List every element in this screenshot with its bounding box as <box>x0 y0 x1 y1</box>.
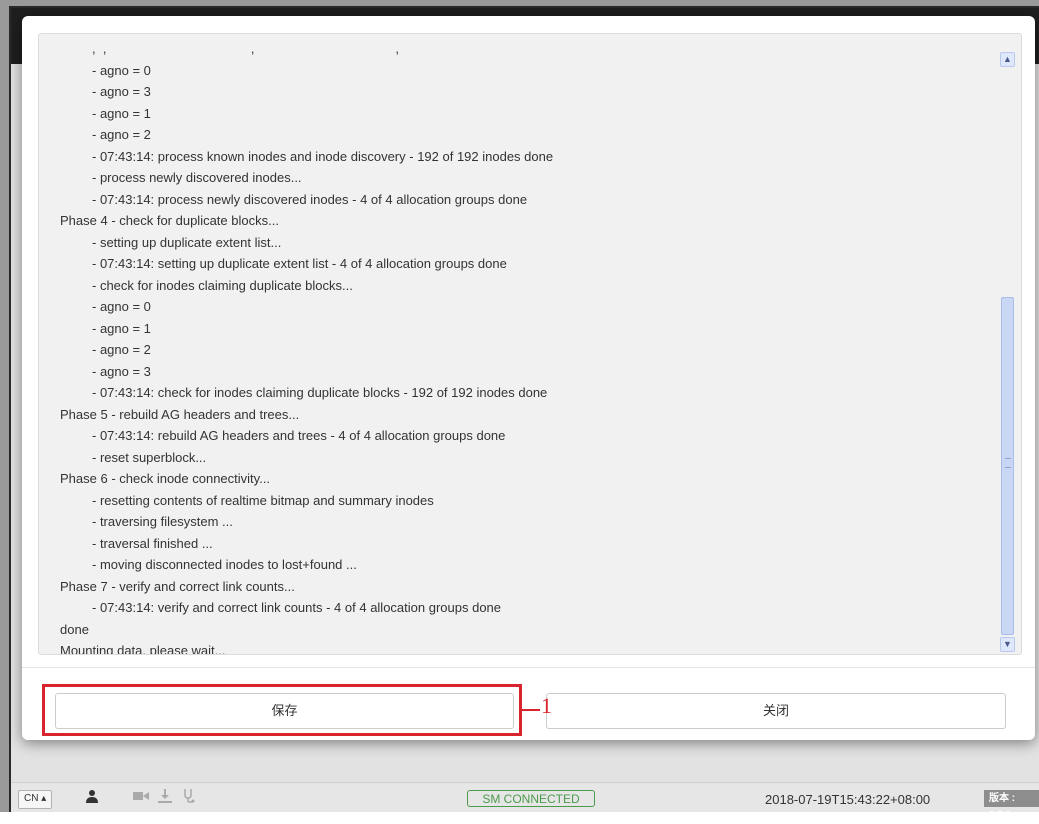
log-line: - agno = 1 <box>92 320 151 336</box>
scroll-thumb[interactable] <box>1001 297 1014 635</box>
log-line: , , , , <box>92 41 400 56</box>
scroll-grip-icon <box>1005 458 1011 468</box>
log-line: Mounting data, please wait... <box>60 643 226 655</box>
log-line: - process newly discovered inodes... <box>92 170 302 185</box>
language-button[interactable]: CN ▴ <box>18 790 53 809</box>
log-output-panel: , , , , - agno = 0 - agno = 3 - agno = 1 - a… <box>38 33 1022 655</box>
log-line: - traversing filesystem ... <box>92 514 233 529</box>
dialog-footer-divider <box>22 667 1035 668</box>
log-line: - check for inodes claiming duplicate bl… <box>92 277 353 293</box>
log-line: - agno = 3 <box>92 84 151 99</box>
scroll-up-button[interactable]: ▲ <box>1000 52 1015 67</box>
download-icon[interactable] <box>158 789 172 808</box>
log-line: - traversal finished ... <box>92 535 213 551</box>
log-line: Phase 7 - verify and correct link counts… <box>60 578 295 594</box>
version-badge: 版本 : 0.5.1 <box>984 790 1039 821</box>
log-scrollbar[interactable]: ▲ ▼ <box>1000 52 1015 652</box>
log-line: - agno = 0 <box>92 62 151 78</box>
log-line: - reset superblock... <box>92 449 207 465</box>
log-line: done <box>60 621 89 637</box>
log-line: - agno = 2 <box>92 342 151 357</box>
video-icon[interactable] <box>133 789 149 807</box>
log-dialog: , , , , - agno = 0 - agno = 3 - agno = 1 - a… <box>22 16 1035 740</box>
user-icon[interactable] <box>86 789 98 808</box>
log-line: Phase 5 - rebuild AG headers and trees..… <box>60 406 300 422</box>
close-button[interactable]: 关闭 <box>546 693 1006 729</box>
log-line: - 07:43:14: process newly discovered ino… <box>92 191 528 207</box>
log-line: - 07:43:14: process known inodes and ino… <box>92 148 554 164</box>
stethoscope-icon[interactable] <box>183 789 195 808</box>
log-line: - setting up duplicate extent list... <box>92 234 282 250</box>
log-line: Phase 4 - check for duplicate blocks... <box>60 213 279 228</box>
log-line: - 07:43:14: setting up duplicate extent … <box>92 256 507 271</box>
log-output-text: , , , , - agno = 0 - agno = 3 - agno = 1 - a… <box>60 38 980 655</box>
scroll-down-button[interactable]: ▼ <box>1000 637 1015 652</box>
log-line: - 07:43:14: rebuild AG headers and trees… <box>92 428 506 443</box>
annotation-number: 1 <box>541 693 552 718</box>
log-line: - 07:43:14: verify and correct link coun… <box>92 600 502 615</box>
log-line: - agno = 1 <box>92 105 151 121</box>
status-bar: CN ▴ SM CONNECTED 2018-07-19T15:43:22+08… <box>11 782 1039 821</box>
log-line: - resetting contents of realtime bitmap … <box>92 492 434 508</box>
log-line: - moving disconnected inodes to lost+fou… <box>92 557 357 572</box>
annotation-highlight-box <box>42 684 522 736</box>
sm-connection-status: SM CONNECTED <box>467 790 595 807</box>
log-line: Phase 6 - check inode connectivity... <box>60 471 271 486</box>
log-line: - agno = 0 <box>92 299 151 314</box>
annotation-leader-line <box>522 709 540 711</box>
log-line: - agno = 2 <box>92 127 151 142</box>
log-line: - agno = 3 <box>92 363 151 379</box>
log-line: - 07:43:14: check for inodes claiming du… <box>92 385 548 400</box>
timestamp: 2018-07-19T15:43:22+08:00 <box>765 792 931 807</box>
